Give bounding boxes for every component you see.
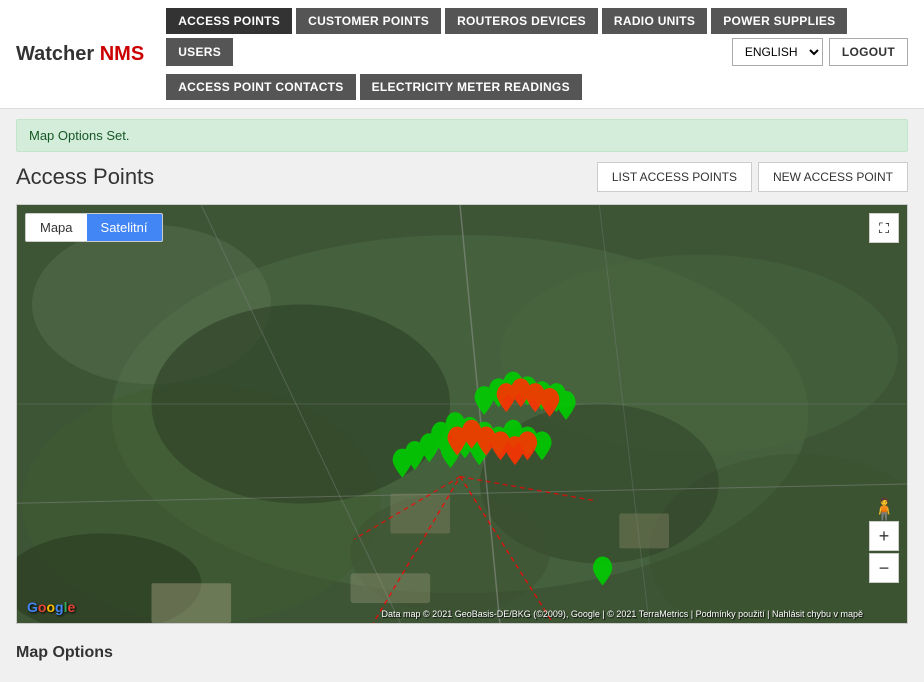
- nav-row2: ACCESS POINT CONTACTS ELECTRICITY METER …: [166, 74, 908, 100]
- nav-electricity-meter[interactable]: ELECTRICITY METER READINGS: [360, 74, 582, 100]
- nav-customer-points[interactable]: CUSTOMER POINTS: [296, 8, 441, 34]
- language-select[interactable]: ENGLISH: [732, 38, 823, 66]
- page-actions: LIST ACCESS POINTS NEW ACCESS POINT: [597, 162, 908, 192]
- nav-access-points[interactable]: ACCESS POINTS: [166, 8, 292, 34]
- zoom-out-button[interactable]: −: [869, 553, 899, 583]
- nav-access-point-contacts[interactable]: ACCESS POINT CONTACTS: [166, 74, 355, 100]
- main-content: Access Points LIST ACCESS POINTS NEW ACC…: [16, 162, 908, 672]
- nav-power-supplies[interactable]: POWER SUPPLIES: [711, 8, 847, 34]
- nav-users[interactable]: USERS: [166, 38, 233, 66]
- map-pegman[interactable]: 🧍: [871, 497, 898, 523]
- map-type-toggle: Mapa Satelitní: [25, 213, 163, 242]
- logout-button[interactable]: LOGOUT: [829, 38, 908, 66]
- page-header: Access Points LIST ACCESS POINTS NEW ACC…: [16, 162, 908, 192]
- map-attribution: Data map © 2021 GeoBasis-DE/BKG (©2009),…: [382, 609, 863, 619]
- app-logo: Watcher NMS: [16, 43, 144, 66]
- map-toggle-satelitni[interactable]: Satelitní: [87, 214, 162, 241]
- list-access-points-button[interactable]: LIST ACCESS POINTS: [597, 162, 752, 192]
- nav-area: ACCESS POINTS CUSTOMER POINTS ROUTEROS D…: [166, 8, 908, 100]
- nav-routeros-devices[interactable]: ROUTEROS DEVICES: [445, 8, 598, 34]
- nav-row1: ACCESS POINTS CUSTOMER POINTS ROUTEROS D…: [166, 8, 908, 66]
- header: Watcher NMS ACCESS POINTS CUSTOMER POINT…: [0, 0, 924, 109]
- logo-accent: NMS: [100, 43, 144, 65]
- zoom-in-button[interactable]: +: [869, 521, 899, 551]
- google-logo: Google: [27, 599, 75, 615]
- map-toggle-mapa[interactable]: Mapa: [26, 214, 87, 241]
- right-nav: ENGLISH LOGOUT: [732, 38, 908, 66]
- nav-radio-units[interactable]: RADIO UNITS: [602, 8, 707, 34]
- alert-box: Map Options Set.: [16, 119, 908, 152]
- map-container: Mapa Satelitní ⛶ 🧍 + − Google Data map ©…: [16, 204, 908, 624]
- map-options-title: Map Options: [16, 644, 113, 661]
- page-title: Access Points: [16, 164, 154, 190]
- map-background: [17, 205, 907, 623]
- alert-message: Map Options Set.: [29, 128, 129, 143]
- map-zoom-controls: + −: [869, 521, 899, 583]
- map-fullscreen-button[interactable]: ⛶: [869, 213, 899, 243]
- new-access-point-button[interactable]: NEW ACCESS POINT: [758, 162, 908, 192]
